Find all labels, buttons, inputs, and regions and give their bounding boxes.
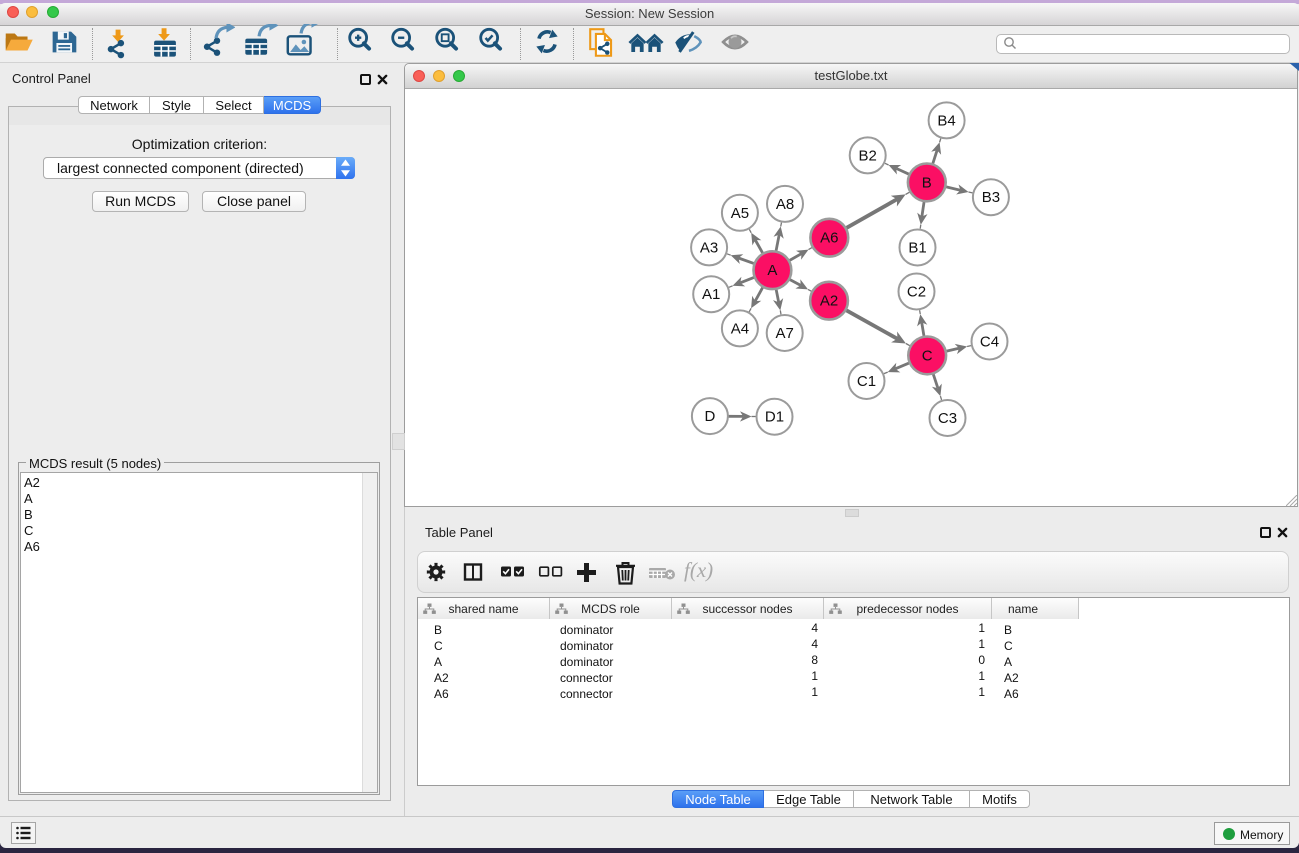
svg-text:A2: A2 <box>820 293 838 310</box>
svg-text:B1: B1 <box>908 240 926 257</box>
svg-text:C2: C2 <box>907 284 926 301</box>
svg-text:B2: B2 <box>859 147 877 164</box>
svg-text:C4: C4 <box>980 334 999 351</box>
svg-text:D1: D1 <box>765 409 784 426</box>
svg-text:B3: B3 <box>982 189 1000 206</box>
svg-text:B: B <box>922 174 932 191</box>
svg-text:A6: A6 <box>820 230 838 247</box>
svg-text:A4: A4 <box>731 320 749 337</box>
svg-text:A3: A3 <box>700 239 718 256</box>
svg-text:A1: A1 <box>702 286 720 303</box>
svg-text:A: A <box>767 262 777 279</box>
svg-text:D: D <box>704 408 715 425</box>
svg-text:A7: A7 <box>776 325 794 342</box>
svg-text:A5: A5 <box>731 205 749 222</box>
svg-text:A8: A8 <box>776 196 794 213</box>
svg-text:C: C <box>922 347 933 364</box>
svg-text:B4: B4 <box>937 112 955 129</box>
svg-text:C1: C1 <box>857 373 876 390</box>
svg-text:C3: C3 <box>938 410 957 427</box>
